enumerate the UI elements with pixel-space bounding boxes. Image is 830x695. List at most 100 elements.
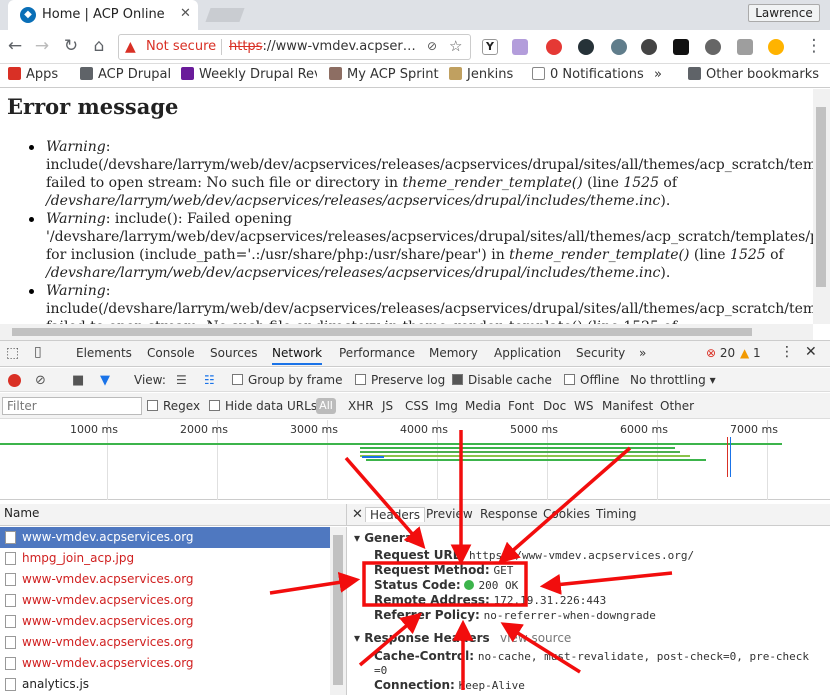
hide-data-urls-checkbox[interactable]: Hide data URLs xyxy=(209,399,317,413)
tab-memory[interactable]: Memory xyxy=(429,346,478,360)
tab-security[interactable]: Security xyxy=(576,346,625,360)
inspect-element-icon[interactable]: ⬚ xyxy=(6,345,19,361)
close-detail-icon[interactable]: ✕ xyxy=(352,507,363,522)
url-text[interactable]: https://www-vmdev.acpser… xyxy=(229,39,419,54)
drupal-extension-icon[interactable] xyxy=(611,39,627,55)
address-bar[interactable]: ▲ Not secure https://www-vmdev.acpser… ⊘… xyxy=(118,34,471,60)
request-row[interactable]: analytics.js xyxy=(0,674,330,695)
tab-elements[interactable]: Elements xyxy=(76,346,132,360)
checkbox-box[interactable] xyxy=(232,374,243,385)
page-vertical-scrollbar[interactable] xyxy=(813,89,830,324)
request-row[interactable]: www-vmdev.acpservices.org xyxy=(0,590,330,611)
color-extension-icon[interactable] xyxy=(578,39,594,55)
checkbox-box[interactable] xyxy=(355,374,366,385)
tab-preview[interactable]: Preview xyxy=(426,507,473,521)
tab-timing[interactable]: Timing xyxy=(596,507,637,521)
type-filter-font[interactable]: Font xyxy=(508,399,534,413)
clear-icon[interactable]: ⊘ xyxy=(35,373,46,388)
error-count-badge[interactable]: ⊗ 20 xyxy=(706,346,735,360)
tab-cookies[interactable]: Cookies xyxy=(543,507,590,521)
security-label[interactable]: Not secure xyxy=(146,39,216,54)
bookmark-apps[interactable]: Apps xyxy=(8,67,58,82)
tab-headers[interactable]: Headers xyxy=(365,507,425,522)
chrome-menu-icon[interactable]: ⋮ xyxy=(803,36,825,56)
tab-network[interactable]: Network xyxy=(272,346,323,365)
bookmark-notifications[interactable]: 0 Notifications xyxy=(532,67,644,82)
waterfall-icon[interactable]: ☷ xyxy=(204,373,215,387)
checkbox-box[interactable] xyxy=(209,400,220,411)
more-tabs-button[interactable]: » xyxy=(639,346,646,360)
close-tab-icon[interactable]: ✕ xyxy=(180,6,191,21)
scrollbar-thumb[interactable] xyxy=(816,107,826,287)
forward-icon[interactable]: → xyxy=(31,36,53,56)
close-devtools-icon[interactable]: ✕ xyxy=(805,344,817,360)
type-filter-manifest[interactable]: Manifest xyxy=(602,399,653,413)
home-icon[interactable]: ⌂ xyxy=(88,36,110,56)
warning-count-badge[interactable]: ▲ 1 xyxy=(740,346,761,360)
scrollbar-thumb[interactable] xyxy=(333,535,343,685)
request-row[interactable]: www-vmdev.acpservices.org xyxy=(0,632,330,653)
devtools-menu-icon[interactable]: ⋮ xyxy=(780,344,794,360)
throttling-select[interactable]: No throttling ▾ xyxy=(630,373,716,387)
bookmark-my-acp-sprint[interactable]: My ACP Sprint xyxy=(329,67,439,82)
response-headers-section-toggle[interactable]: ▾ Response Headers xyxy=(354,631,490,645)
type-filter-js[interactable]: JS xyxy=(382,399,393,413)
y-extension-icon[interactable]: Y xyxy=(482,39,498,55)
type-filter-img[interactable]: Img xyxy=(435,399,458,413)
offline-checkbox[interactable]: Offline xyxy=(564,373,619,387)
bookmark-weekly-drupal[interactable]: Weekly Drupal Rev xyxy=(181,67,317,82)
page-horizontal-scrollbar[interactable] xyxy=(0,324,813,340)
bookmark-star-icon[interactable]: ☆ xyxy=(449,37,462,55)
general-section-toggle[interactable]: ▾ General xyxy=(354,531,417,545)
scrollbar-thumb[interactable] xyxy=(12,328,752,336)
request-list-scrollbar[interactable] xyxy=(330,527,346,695)
disable-cache-checkbox[interactable]: Disable cache xyxy=(452,373,552,387)
bookmark-other[interactable]: Other bookmarks xyxy=(688,67,819,82)
incognito-extension-icon[interactable] xyxy=(641,39,657,55)
large-rows-icon[interactable]: ☰ xyxy=(176,373,187,387)
type-filter-ws[interactable]: WS xyxy=(574,399,593,413)
request-row[interactable]: www-vmdev.acpservices.org xyxy=(0,653,330,674)
type-filter-doc[interactable]: Doc xyxy=(543,399,566,413)
more-bookmarks-button[interactable]: » xyxy=(654,67,662,82)
opera-extension-icon[interactable] xyxy=(546,39,562,55)
request-row[interactable]: www-vmdev.acpservices.org xyxy=(0,569,330,590)
checkbox-box[interactable] xyxy=(452,374,463,385)
tab-application[interactable]: Application xyxy=(494,346,561,360)
view-source-link[interactable]: view source xyxy=(500,631,571,645)
checkbox-box[interactable] xyxy=(147,400,158,411)
text-extension-icon[interactable] xyxy=(768,39,784,55)
device-toolbar-icon[interactable]: ▯ xyxy=(34,344,42,360)
tab-performance[interactable]: Performance xyxy=(339,346,415,360)
new-tab-button[interactable] xyxy=(205,8,245,22)
image-extension-icon[interactable] xyxy=(737,39,753,55)
type-filter-media[interactable]: Media xyxy=(465,399,501,413)
group-by-frame-checkbox[interactable]: Group by frame xyxy=(232,373,342,387)
type-filter-xhr[interactable]: XHR xyxy=(348,399,374,413)
request-row[interactable]: www-vmdev.acpservices.org xyxy=(0,611,330,632)
capture-screenshots-icon[interactable]: ■ xyxy=(72,373,84,388)
reload-icon[interactable]: ↻ xyxy=(60,36,82,56)
type-filter-all[interactable]: All xyxy=(316,398,336,414)
filter-input[interactable]: Filter xyxy=(2,397,142,415)
tab-console[interactable]: Console xyxy=(147,346,195,360)
checkbox-box[interactable] xyxy=(564,374,575,385)
filter-icon[interactable]: ▼ xyxy=(100,373,110,388)
preserve-log-checkbox[interactable]: Preserve log xyxy=(355,373,445,387)
gear-extension-icon[interactable] xyxy=(705,39,721,55)
jetbrains-extension-icon[interactable] xyxy=(673,39,689,55)
request-row[interactable]: www-vmdev.acpservices.org xyxy=(0,527,330,548)
type-filter-css[interactable]: CSS xyxy=(405,399,429,413)
bookmark-jenkins[interactable]: Jenkins xyxy=(449,67,513,82)
purple-extension-icon[interactable] xyxy=(512,39,528,55)
record-icon[interactable] xyxy=(8,374,21,387)
back-icon[interactable]: ← xyxy=(4,36,26,56)
profile-button[interactable]: Lawrence xyxy=(748,4,820,22)
request-row[interactable]: hmpg_join_acp.jpg xyxy=(0,548,330,569)
type-filter-other[interactable]: Other xyxy=(660,399,694,413)
tab-response[interactable]: Response xyxy=(480,507,538,521)
regex-checkbox[interactable]: Regex xyxy=(147,399,200,413)
tab-sources[interactable]: Sources xyxy=(210,346,257,360)
bookmark-acp-drupal[interactable]: ACP Drupal xyxy=(80,67,171,82)
browser-tab[interactable]: ◆ Home | ACP Online ✕ xyxy=(8,0,198,30)
